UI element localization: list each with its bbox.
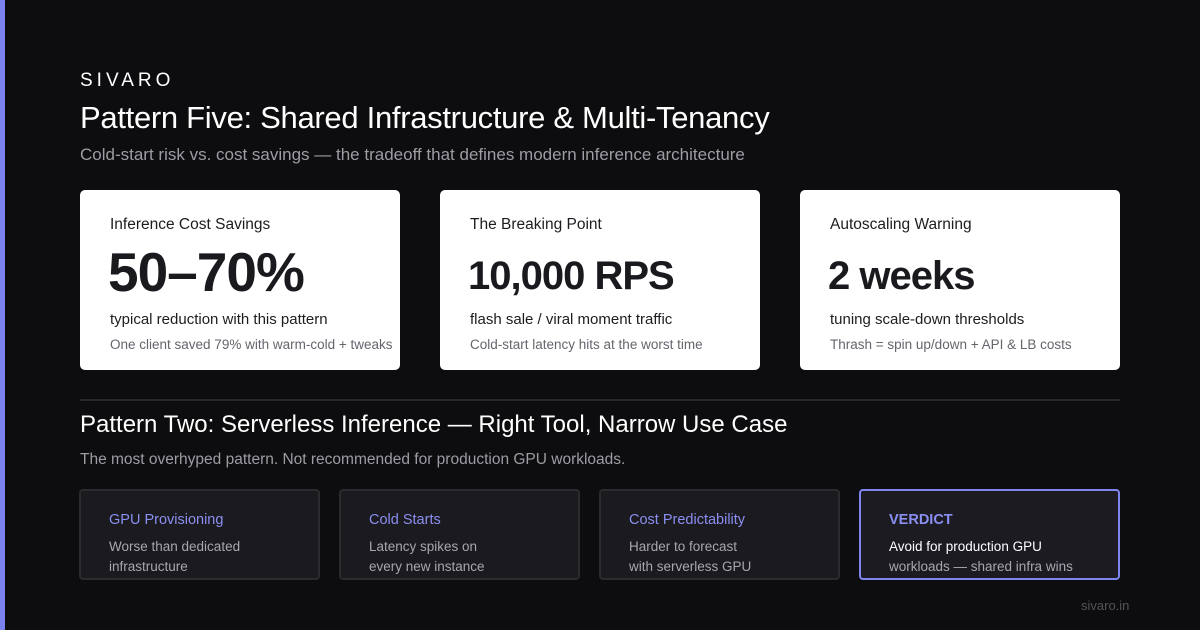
stat-description: flash sale / viral moment traffic — [470, 311, 673, 328]
accent-bar — [0, 0, 5, 630]
stat-card-cost-savings: Inference Cost Savings 50–70% typical re… — [80, 190, 400, 370]
footer-url: sivaro.in — [1081, 598, 1130, 613]
tile-heading: Cost Predictability — [629, 512, 746, 528]
tile-line: every new instance — [369, 559, 485, 574]
tile-line: Avoid for production GPU — [889, 539, 1042, 554]
page-title: Pattern Five: Shared Infrastructure & Mu… — [80, 100, 770, 135]
section-title: Pattern Two: Serverless Inference — Righ… — [80, 411, 788, 438]
stat-card-breaking-point: The Breaking Point 10,000 RPS flash sale… — [440, 190, 760, 370]
tile-line: workloads — shared infra wins — [889, 559, 1073, 574]
tile-line: Latency spikes on — [369, 539, 478, 554]
stat-note: One client saved 79% with warm-cold + tw… — [110, 337, 393, 352]
tile-cost-predictability: Cost Predictability Harder to forecast w… — [599, 489, 840, 580]
tile-line: Harder to forecast — [629, 539, 738, 554]
tile-line: with serverless GPU — [629, 559, 752, 574]
stat-description: tuning scale-down thresholds — [830, 311, 1025, 328]
stat-label: Inference Cost Savings — [110, 216, 271, 233]
section-subtitle: The most overhyped pattern. Not recommen… — [80, 451, 626, 468]
stat-note: Thrash = spin up/down + API & LB costs — [830, 337, 1072, 352]
stat-description: typical reduction with this pattern — [110, 311, 328, 328]
stat-card-autoscaling: Autoscaling Warning 2 weeks tuning scale… — [800, 190, 1120, 370]
tile-body: Avoid for production GPU workloads — sha… — [889, 537, 1109, 577]
stat-value: 2 weeks — [828, 254, 975, 298]
tile-heading: VERDICT — [889, 512, 953, 528]
page-subtitle: Cold-start risk vs. cost savings — the t… — [80, 145, 745, 164]
tile-body: Latency spikes on every new instance — [369, 537, 569, 577]
tile-body: Worse than dedicated infrastructure — [109, 537, 309, 577]
tile-heading: Cold Starts — [369, 512, 441, 528]
tile-line: infrastructure — [109, 559, 188, 574]
tile-gpu-provisioning: GPU Provisioning Worse than dedicated in… — [79, 489, 320, 580]
tile-cold-starts: Cold Starts Latency spikes on every new … — [339, 489, 580, 580]
stat-label: Autoscaling Warning — [830, 216, 972, 233]
tile-body: Harder to forecast with serverless GPU — [629, 537, 829, 577]
slide: SIVARO Pattern Five: Shared Infrastructu… — [0, 0, 1200, 630]
stat-label: The Breaking Point — [470, 216, 602, 233]
stat-value: 10,000 RPS — [468, 254, 675, 298]
stat-note: Cold-start latency hits at the worst tim… — [470, 337, 703, 352]
section-divider — [80, 399, 1120, 401]
tile-verdict: VERDICT Avoid for production GPU workloa… — [859, 489, 1120, 580]
tile-heading: GPU Provisioning — [109, 512, 224, 528]
stat-value: 50–70% — [108, 241, 305, 303]
tile-line: Worse than dedicated — [109, 539, 241, 554]
brand-name: SIVARO — [80, 70, 175, 91]
